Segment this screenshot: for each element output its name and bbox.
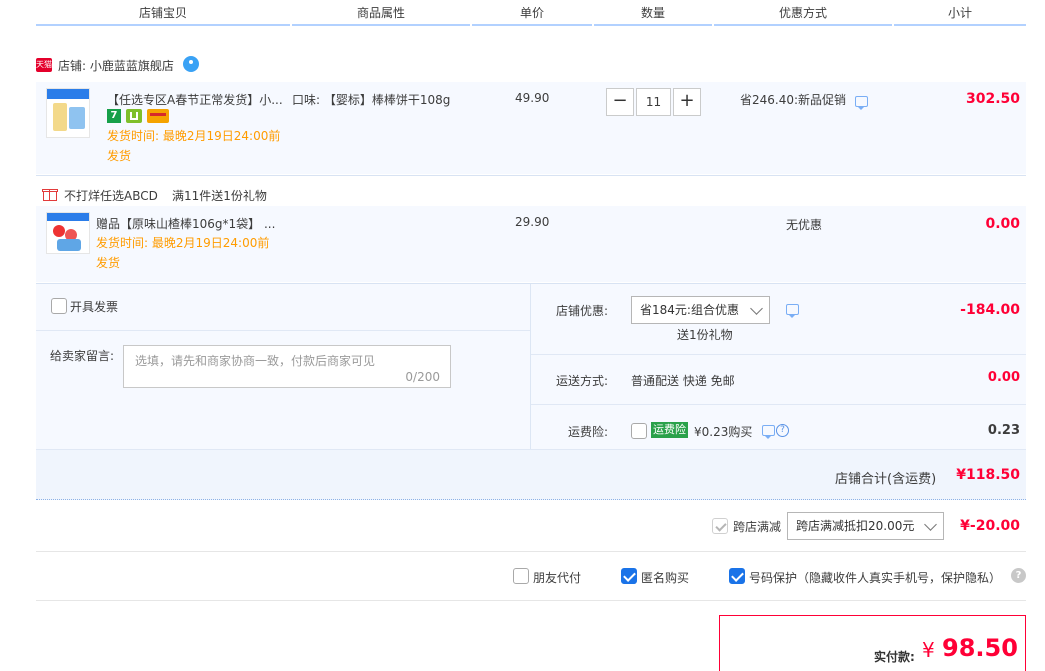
cross-shop-label: 跨店满减 [733,520,782,534]
item1-price: 49.90 [515,91,550,105]
promo-label: 不打烊任选ABCD [64,189,158,203]
chevron-down-icon [924,518,937,531]
insurance-amount: 0.23 [987,423,1020,438]
memo-counter: 0/200 [405,370,440,384]
final-currency: ¥ [922,638,935,662]
memo-label: 给卖家留言: [50,349,115,363]
item1-badge-shield-icon [126,109,142,123]
cross-shop-select[interactable]: 跨店满减抵扣20.00元 [787,512,944,540]
insurance-checkbox[interactable] [631,423,647,439]
item2-discount: 无优惠 [786,218,823,232]
item2-thumbnail[interactable] [46,212,90,254]
final-amount: 98.50 [942,634,1018,662]
insurance-value: ¥0.23购买 [694,425,753,439]
qty-input[interactable]: 11 [636,88,671,116]
insurance-label: 运费险: [568,425,609,439]
invoice-checkbox[interactable] [51,298,67,314]
friend-pay-checkbox[interactable] [513,568,529,584]
col-item-header: 店铺宝贝 [36,0,290,26]
shop-total-amount: ¥118.50 [956,467,1020,483]
item2-ship-suffix: 发货 [96,256,121,270]
cross-shop-selected: 跨店满减抵扣20.00元 [796,519,915,533]
item1-subtotal: 302.50 [965,91,1020,107]
shop-discount-label: 店铺优惠: [556,304,609,318]
col-subtotal-header: 小计 [894,0,1026,26]
anonymous-label: 匿名购买 [641,571,690,585]
insurance-tag: 运费险 [651,422,688,438]
shop-total-label: 店铺合计(含运费) [835,472,937,487]
item1-discount: 省246.40:新品促销 [740,93,847,107]
chat-icon[interactable] [183,56,199,72]
col-discount-header: 优惠方式 [714,0,892,26]
item2-subtotal: 0.00 [985,216,1020,232]
shipping-value: 普通配送 快递 免邮 [631,374,735,388]
help-icon[interactable]: ? [1011,568,1026,583]
item1-thumbnail[interactable] [46,88,90,138]
promo-rule: 满11件送1份礼物 [172,189,267,203]
memo-input[interactable]: 选填，请先和商家协商一致，付款后商家可见 0/200 [123,345,451,388]
item2-title[interactable]: 赠品【原味山楂棒106g*1袋】 ... [96,215,275,232]
cross-shop-checkbox[interactable] [712,518,728,534]
friend-pay-label: 朋友代付 [533,571,582,585]
discount-info-icon[interactable] [855,96,868,110]
tmall-badge: 天猫 [36,58,52,72]
shop-discount-selected: 省184元:组合优惠 [640,303,739,317]
item2-ship-time: 发货时间: 最晚2月19日24:00前 [96,236,270,250]
shop-discount-select[interactable]: 省184元:组合优惠 [631,296,770,324]
shop-name[interactable]: 店铺: 小鹿蓝蓝旗舰店 [58,57,174,74]
shipping-label: 运送方式: [556,374,609,388]
shop-discount-amount: -184.00 [960,302,1020,318]
number-protect-label: 号码保护（隐藏收件人真实手机号，保护隐私） [749,571,1002,585]
item1-attribute: 口味: 【婴标】棒棒饼干108g [292,93,451,107]
final-label: 实付款: [874,650,915,664]
item1-ship-time: 发货时间: 最晚2月19日24:00前 [107,129,281,143]
qty-decrease-button[interactable]: − [606,88,634,116]
anonymous-checkbox[interactable] [621,568,637,584]
table-header: 店铺宝贝 商品属性 单价 数量 优惠方式 小计 [36,0,1026,28]
qty-increase-button[interactable]: + [673,88,701,116]
col-price-header: 单价 [472,0,592,26]
chevron-down-icon [750,302,763,315]
gift-icon [42,186,58,202]
shop-discount-info-icon[interactable] [786,304,799,318]
shipping-amount: 0.00 [987,370,1020,385]
invoice-label: 开具发票 [70,300,119,314]
cross-shop-amount: ¥-20.00 [960,518,1020,534]
item1-title[interactable]: 【任选专区A春节正常发货】小... [107,91,283,108]
col-qty-header: 数量 [594,0,712,26]
insurance-chat-icon[interactable] [762,425,775,439]
item1-badge-seven: 7 [107,109,121,123]
number-protect-checkbox[interactable] [729,568,745,584]
memo-placeholder: 选填，请先和商家协商一致，付款后商家可见 [135,354,376,368]
item1-badge-card-icon [147,109,169,123]
help-question-icon[interactable]: ? [776,424,789,437]
item2-price: 29.90 [515,215,550,229]
shop-discount-gift: 送1份礼物 [677,328,733,342]
item1-ship-suffix: 发货 [107,149,132,163]
col-attr-header: 商品属性 [292,0,470,26]
